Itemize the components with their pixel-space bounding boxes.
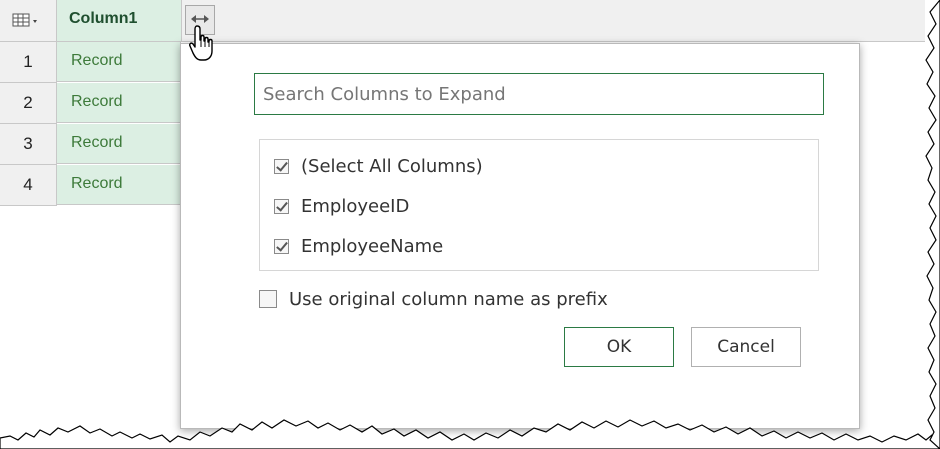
expand-columns-panel: (Select All Columns) EmployeeID Employee… (180, 43, 860, 429)
search-columns-input[interactable] (254, 73, 824, 115)
employeeid-checkbox[interactable] (274, 198, 289, 214)
record-cell[interactable]: Record (57, 165, 181, 205)
cancel-button[interactable]: Cancel (691, 327, 801, 367)
column-header[interactable]: Column1 (57, 0, 182, 41)
employeename-checkbox[interactable] (274, 238, 289, 254)
ok-button[interactable]: OK (564, 327, 674, 367)
record-cell[interactable]: Record (57, 83, 181, 123)
row-number[interactable]: 1 (0, 42, 57, 83)
hand-pointer-icon (189, 25, 213, 61)
screenshot-frame: Column1 1 Record 2 Record 3 Record 4 Rec… (0, 0, 940, 449)
list-item-select-all[interactable]: (Select All Columns) (274, 148, 483, 184)
table-icon (12, 13, 37, 27)
prefix-option-label: Use original column name as prefix (289, 288, 608, 310)
list-item-label: EmployeeID (301, 195, 410, 217)
columns-list: (Select All Columns) EmployeeID Employee… (259, 139, 819, 271)
prefix-checkbox[interactable] (259, 290, 277, 308)
list-item-label: (Select All Columns) (301, 155, 483, 177)
record-cell[interactable]: Record (57, 124, 181, 164)
list-item-employeename[interactable]: EmployeeName (274, 228, 443, 264)
record-cell[interactable]: Record (57, 42, 181, 82)
grid-header: Column1 (0, 0, 925, 42)
row-number[interactable]: 2 (0, 83, 57, 124)
row-number[interactable]: 4 (0, 165, 57, 206)
select-all-checkbox[interactable] (274, 158, 289, 174)
list-item-label: EmployeeName (301, 235, 444, 257)
prefix-option[interactable]: Use original column name as prefix (259, 284, 608, 314)
column-header-label: Column1 (69, 10, 138, 27)
table-menu-button[interactable] (0, 0, 57, 41)
row-number[interactable]: 3 (0, 124, 57, 165)
list-item-employeeid[interactable]: EmployeeID (274, 188, 409, 224)
